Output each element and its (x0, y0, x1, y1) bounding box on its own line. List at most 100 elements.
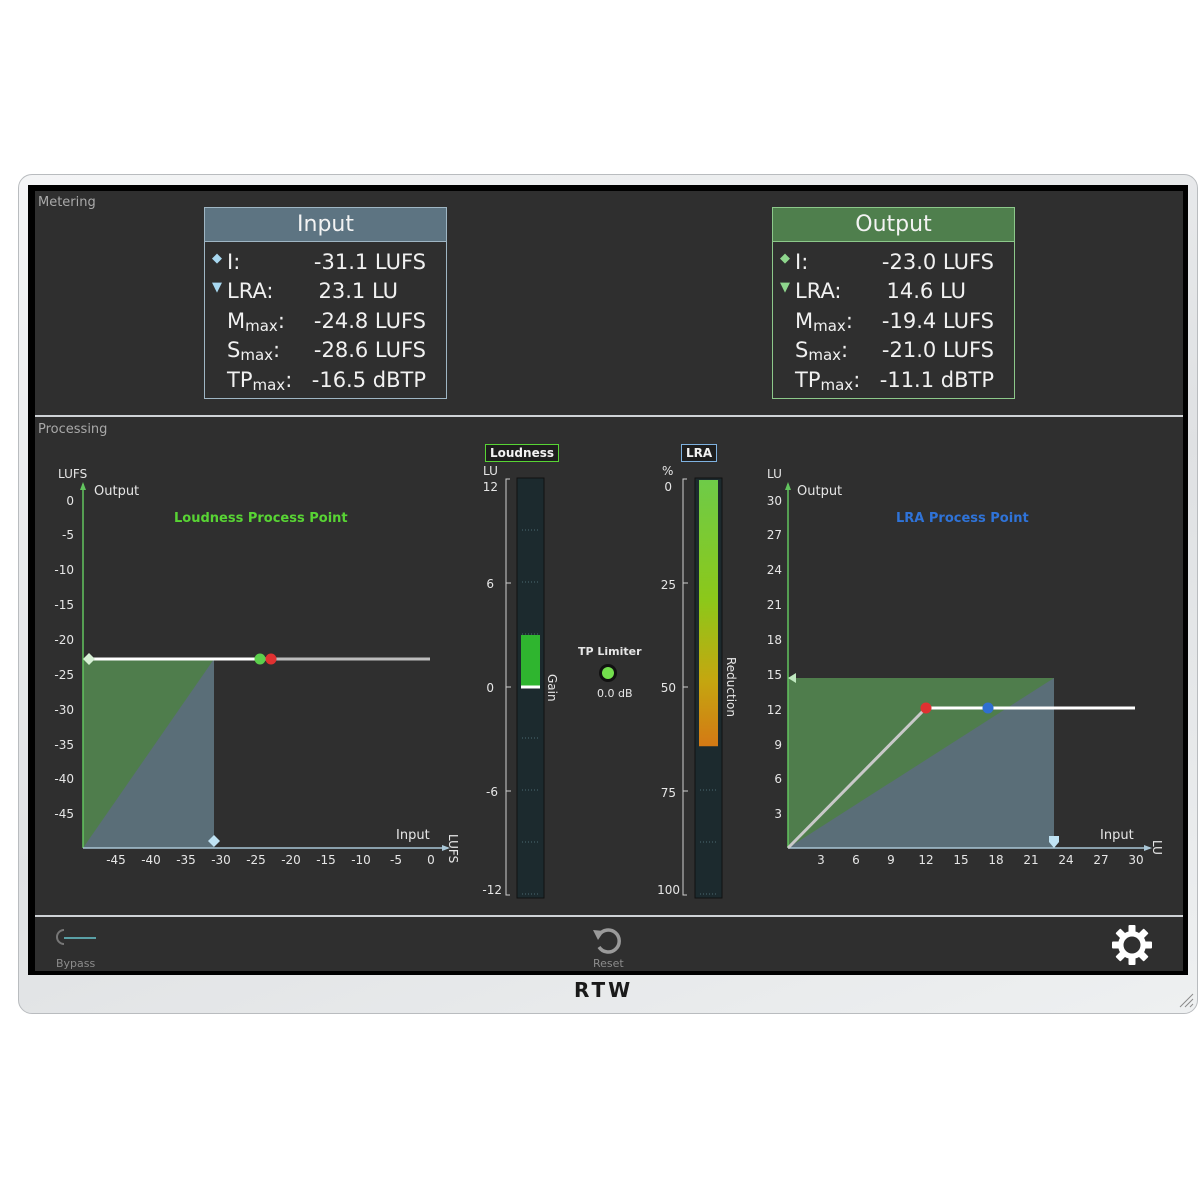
loudness-x-tick: -10 (351, 853, 371, 867)
lra-x-tick: 3 (817, 853, 825, 867)
lra-y-tick: 30 (767, 494, 782, 508)
input-smax-value: -28.6 LUFS (313, 338, 426, 362)
output-mmax-value: -19.4 LUFS (881, 309, 994, 333)
resize-grip-icon (1179, 993, 1194, 1008)
tp-limiter-value: 0.0 dB (597, 687, 633, 700)
loudness-meter-tick: -6 (486, 785, 498, 799)
output-integrated-row: ◆ I: -23.0 LUFS (773, 250, 1016, 279)
input-integrated-value: -31.1 LUFS (313, 250, 426, 274)
y-axis-arrow-icon (80, 482, 86, 490)
x-axis-arrow-icon (1144, 845, 1152, 851)
loudness-process-point-handle[interactable] (265, 653, 277, 665)
reset-label: Reset (593, 957, 624, 970)
output-integrated-value: -23.0 LUFS (881, 250, 994, 274)
lra-x-tick: 24 (1058, 853, 1073, 867)
lra-process-chart[interactable]: 30 27 24 21 18 15 12 9 6 3 3 6 9 12 15 1… (760, 470, 1160, 880)
output-smax-label: Smax: (795, 338, 849, 364)
output-lra-label: LRA: (795, 279, 842, 303)
loudness-x-tick: -5 (390, 853, 402, 867)
input-mmax-row: Mmax: -24.8 LUFS (205, 309, 448, 338)
loudness-meter-tick: 6 (486, 577, 494, 591)
lra-x-tick: 30 (1128, 853, 1143, 867)
input-mmax-value: -24.8 LUFS (313, 309, 426, 333)
lra-y-tick: 9 (774, 738, 782, 752)
lra-meter-tick: 25 (661, 578, 676, 592)
input-smax-row: Smax: -28.6 LUFS (205, 338, 448, 367)
output-mmax-row: Mmax: -19.4 LUFS (773, 309, 1016, 338)
input-lra-label: LRA: (227, 279, 274, 303)
x-axis-arrow-icon (442, 845, 450, 851)
tp-limiter-indicator[interactable] (599, 664, 617, 682)
loudness-x-tick: -15 (316, 853, 336, 867)
output-mmax-label: Mmax: (795, 309, 853, 335)
input-tpmax-label: TPmax: (227, 368, 293, 394)
loudness-y-tick: -35 (54, 738, 74, 752)
settings-button[interactable] (1110, 923, 1154, 967)
metering-section-label: Metering (38, 195, 96, 210)
bypass-toggle[interactable] (54, 926, 100, 950)
lra-x-tick: 27 (1093, 853, 1108, 867)
input-panel-title: Input (205, 208, 446, 242)
loudness-y-tick: 0 (66, 494, 74, 508)
reset-button[interactable] (590, 922, 626, 958)
shield-marker-icon: ▼ (212, 280, 222, 295)
lra-y-tick: 12 (767, 703, 782, 717)
loudness-y-tick: -15 (54, 598, 74, 612)
footer-divider (35, 915, 1183, 917)
lra-x-tick: 12 (918, 853, 933, 867)
output-smax-value: -21.0 LUFS (881, 338, 994, 362)
lra-y-tick: 18 (767, 633, 782, 647)
lra-x-ticks: 3 6 9 12 15 18 21 24 27 30 (817, 853, 1143, 867)
loudness-x-tick: -35 (176, 853, 196, 867)
output-integrated-point[interactable] (254, 653, 266, 665)
loudness-y-tick: -20 (54, 633, 74, 647)
reduction-side-label: Reduction (724, 657, 738, 717)
input-integrated-row: ◆ I: -31.1 LUFS (205, 250, 448, 279)
loudness-y-tick: -25 (54, 668, 74, 682)
output-lra-row: ▼ LRA: 14.6 LU (773, 279, 1016, 308)
loudness-y-ticks: 0 -5 -10 -15 -20 -25 -30 -35 -40 -45 (54, 494, 74, 821)
lra-y-ticks: 30 27 24 21 18 15 12 9 6 3 (767, 494, 782, 821)
lra-meter-tick: 100 (657, 883, 680, 897)
lra-process-point-handle[interactable] (920, 702, 932, 714)
loudness-x-tick: -30 (211, 853, 231, 867)
y-axis-arrow-icon (785, 482, 791, 490)
tp-limiter-label: TP Limiter (578, 645, 642, 658)
input-tpmax-row: TPmax: -16.5 dBTP (205, 368, 448, 397)
loudness-y-tick: -40 (54, 772, 74, 786)
loudness-meter-tick: 12 (483, 480, 498, 494)
loudness-x-tick: -45 (106, 853, 126, 867)
lra-meter-tick: 75 (661, 786, 676, 800)
input-lra-value: 23.1 LU (318, 279, 398, 303)
diamond-marker-icon: ◆ (212, 251, 222, 266)
gain-bar (521, 635, 540, 687)
bypass-icon (56, 929, 96, 945)
lra-x-tick: 15 (953, 853, 968, 867)
loudness-process-chart[interactable]: 0 -5 -10 -15 -20 -25 -30 -35 -40 -45 -45… (40, 470, 460, 880)
loudness-meter-tick: 0 (486, 681, 494, 695)
output-meter-panel: Output ◆ I: -23.0 LUFS ▼ LRA: 14.6 LU Mm… (772, 207, 1015, 399)
lra-y-tick: 15 (767, 668, 782, 682)
loudness-y-tick: -45 (54, 807, 74, 821)
lra-reduction-meter: 0 25 50 75 100 (657, 477, 723, 899)
processing-section-label: Processing (38, 422, 108, 437)
gear-icon (1112, 925, 1152, 965)
gain-side-label: Gain (545, 674, 559, 702)
reduction-bar (699, 480, 718, 747)
input-meter-panel: Input ◆ I: -31.1 LUFS ▼ LRA: 23.1 LU Mma… (204, 207, 447, 399)
output-tpmax-value: -11.1 dBTP (879, 368, 994, 392)
loudness-meter-tick: -12 (482, 883, 502, 897)
loudness-x-tick: -40 (141, 853, 161, 867)
lra-y-tick: 3 (774, 807, 782, 821)
bypass-label: Bypass (56, 957, 96, 970)
output-tpmax-label: TPmax: (795, 368, 861, 394)
diamond-marker-icon: ◆ (780, 251, 790, 266)
lra-target-point[interactable] (982, 702, 994, 714)
input-integrated-label: I: (227, 250, 241, 274)
brand-logo: RTW (574, 978, 634, 1002)
lra-x-tick: 21 (1023, 853, 1038, 867)
loudness-x-tick: -20 (281, 853, 301, 867)
input-mmax-label: Mmax: (227, 309, 285, 335)
loudness-y-tick: -10 (54, 563, 74, 577)
output-lra-value: 14.6 LU (886, 279, 966, 303)
